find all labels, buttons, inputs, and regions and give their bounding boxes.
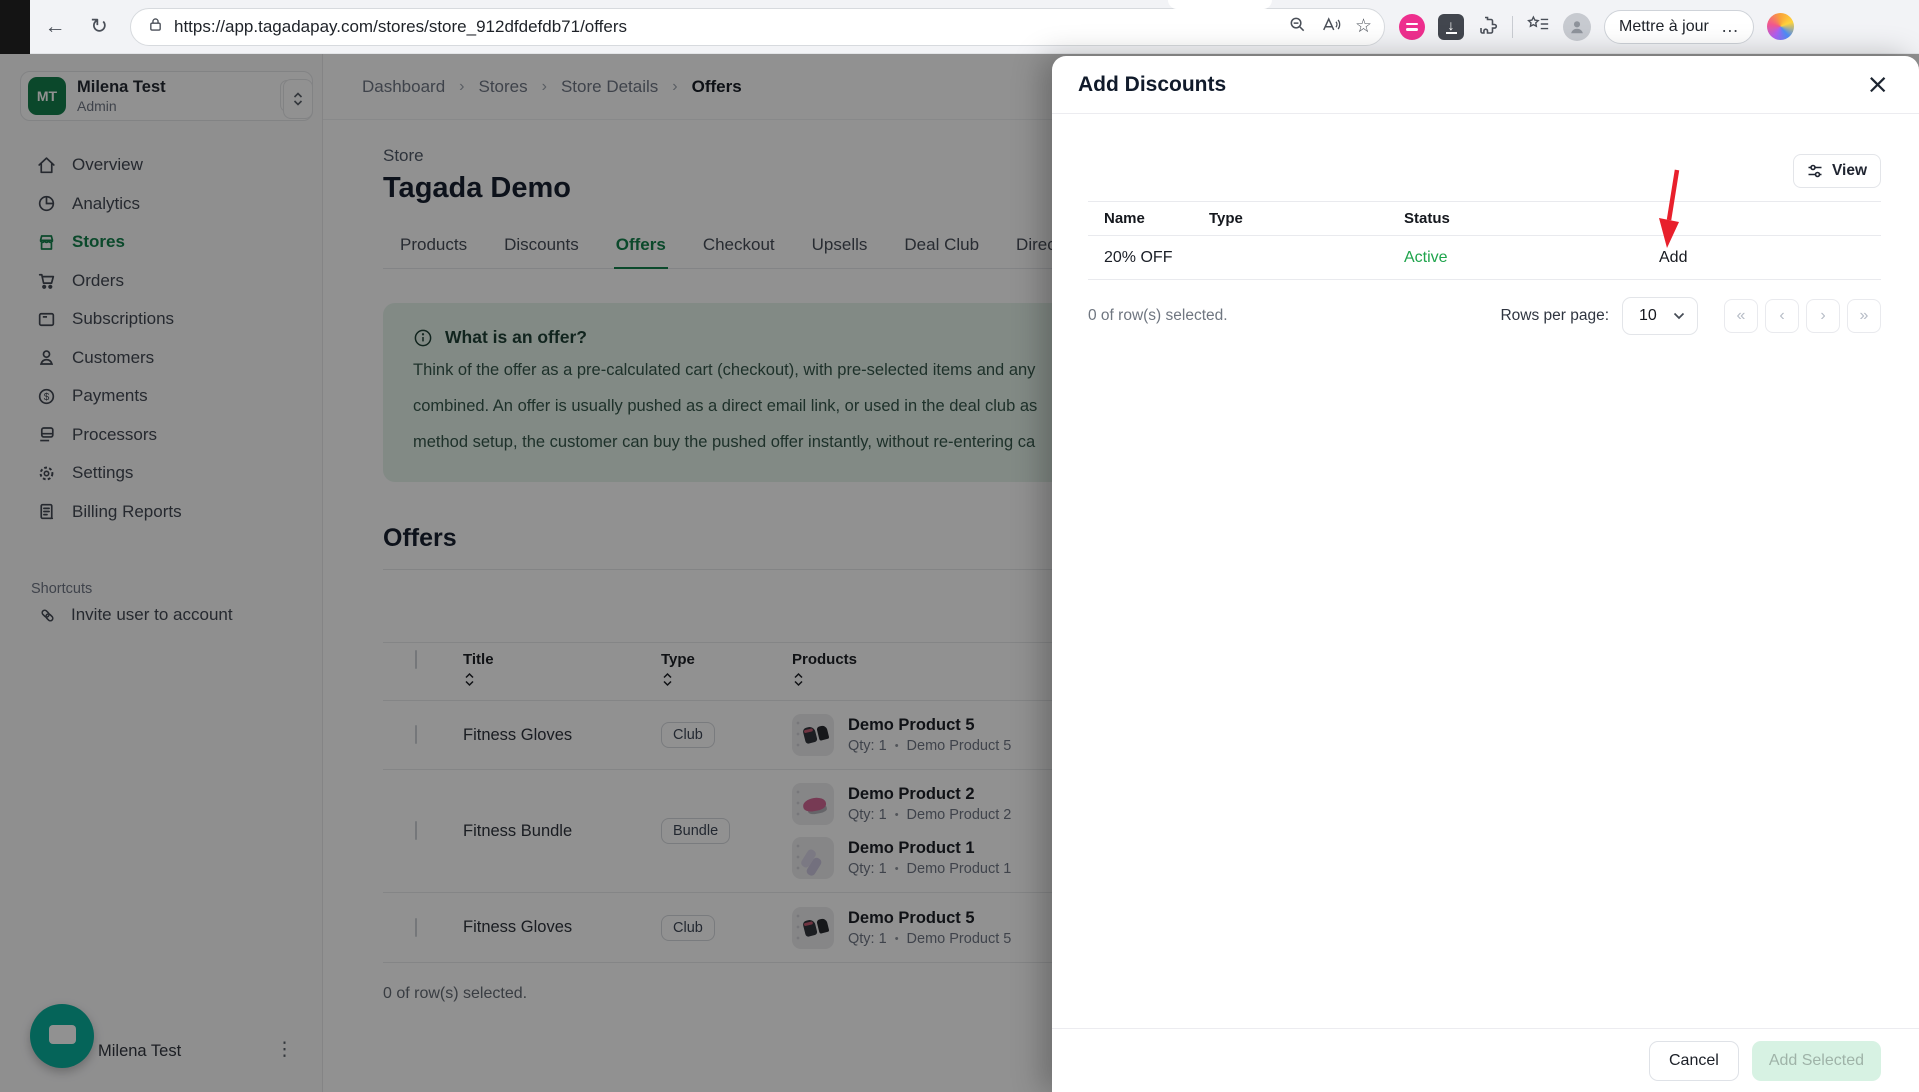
chevron-down-icon — [1673, 312, 1685, 320]
rows-per-page-label: Rows per page: — [1500, 307, 1609, 324]
status-badge: Active — [1404, 248, 1448, 266]
add-discount-button[interactable]: Add — [1659, 249, 1865, 267]
discounts-table-header: Name Type Status — [1088, 201, 1881, 236]
url-text[interactable]: https://app.tagadapay.com/stores/store_9… — [174, 17, 1288, 37]
window-corner-block — [0, 0, 30, 54]
refresh-icon[interactable]: ↻ — [82, 14, 116, 39]
close-icon[interactable]: × — [1866, 71, 1889, 98]
drawer-footer: Cancel Add Selected — [1052, 1028, 1919, 1092]
rows-per-page-select[interactable]: 10 — [1622, 297, 1698, 335]
browser-menu-icon[interactable]: … — [1721, 16, 1739, 37]
column-name: Name — [1104, 210, 1145, 227]
favorites-bar-icon[interactable] — [1526, 14, 1550, 39]
extensions-puzzle-icon[interactable] — [1477, 13, 1499, 40]
cancel-button[interactable]: Cancel — [1649, 1040, 1739, 1081]
column-status: Status — [1404, 210, 1450, 227]
previous-page-button[interactable]: ‹ — [1765, 299, 1799, 333]
add-discounts-drawer: Add Discounts × View Name Type Status 20… — [1052, 56, 1919, 1092]
discount-name: 20% OFF — [1104, 248, 1173, 266]
drawer-title: Add Discounts — [1078, 72, 1227, 96]
annotation-arrow — [1652, 166, 1688, 255]
lock-icon — [147, 16, 164, 38]
sliders-icon — [1808, 164, 1822, 178]
pagination-bar: 0 of row(s) selected. Rows per page: 10 … — [1088, 297, 1881, 335]
next-page-button[interactable]: › — [1806, 299, 1840, 333]
read-aloud-icon[interactable] — [1321, 15, 1341, 39]
back-icon[interactable]: ← — [38, 15, 72, 39]
browser-profile-avatar[interactable] — [1563, 12, 1591, 41]
pink-extension-icon[interactable] — [1399, 13, 1425, 40]
copilot-icon[interactable] — [1766, 13, 1794, 40]
first-page-button[interactable]: « — [1724, 299, 1758, 333]
discounts-table: Name Type Status 20% OFF Active Add — [1088, 201, 1881, 280]
add-selected-button[interactable]: Add Selected — [1751, 1040, 1881, 1081]
favorite-star-icon[interactable]: ☆ — [1355, 15, 1372, 38]
last-page-button[interactable]: » — [1847, 299, 1881, 333]
view-button[interactable]: View — [1792, 154, 1881, 188]
tab-fragment — [1168, 0, 1272, 9]
zoom-out-icon[interactable] — [1288, 15, 1307, 39]
browser-update-button[interactable]: Mettre à jour … — [1604, 9, 1754, 44]
column-type: Type — [1209, 210, 1243, 227]
browser-chrome: ← ↻ https://app.tagadapay.com/stores/sto… — [0, 0, 1919, 54]
address-bar[interactable]: https://app.tagadapay.com/stores/store_9… — [130, 7, 1385, 46]
table-row[interactable]: 20% OFF Active Add — [1088, 236, 1881, 280]
download-icon[interactable]: ↓ — [1438, 13, 1464, 40]
selection-count: 0 of row(s) selected. — [1088, 307, 1228, 324]
